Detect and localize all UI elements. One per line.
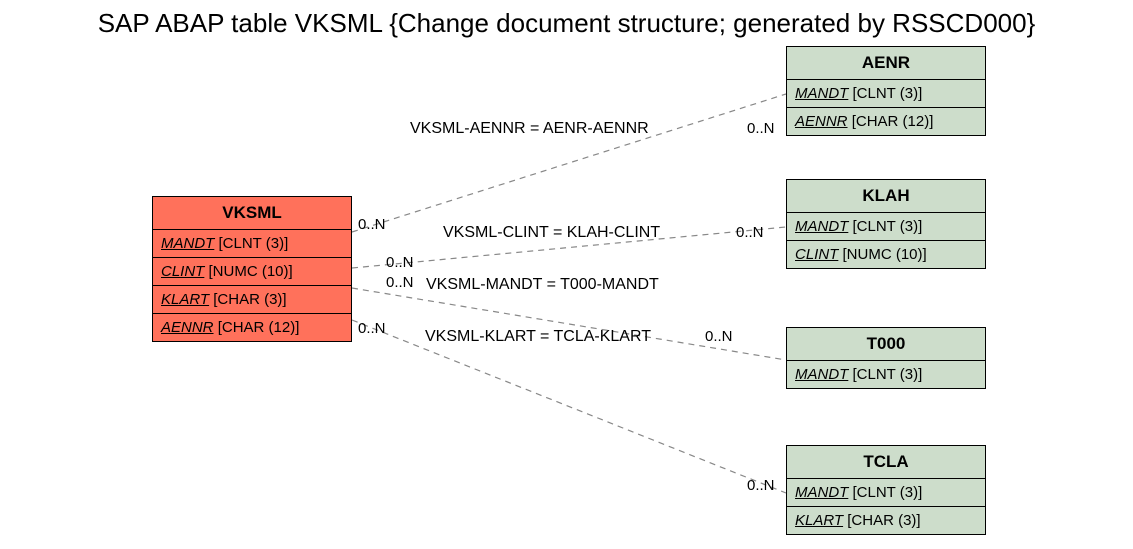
entity-field: MANDT [CLNT (3)]	[787, 361, 985, 388]
cardinality: 0..N	[747, 477, 775, 494]
cardinality: 0..N	[386, 254, 414, 271]
entity-t000: T000 MANDT [CLNT (3)]	[786, 327, 986, 389]
cardinality: 0..N	[747, 120, 775, 137]
relation-label: VKSML-KLART = TCLA-KLART	[425, 328, 651, 346]
entity-header: T000	[787, 328, 985, 361]
entity-aenr: AENR MANDT [CLNT (3)] AENNR [CHAR (12)]	[786, 46, 986, 136]
entity-field: KLART [CHAR (3)]	[787, 507, 985, 534]
entity-field: KLART [CHAR (3)]	[153, 286, 351, 314]
relation-label: VKSML-MANDT = T000-MANDT	[426, 276, 659, 294]
entity-field: AENNR [CHAR (12)]	[153, 314, 351, 341]
entity-header: KLAH	[787, 180, 985, 213]
entity-header: TCLA	[787, 446, 985, 479]
relation-label: VKSML-CLINT = KLAH-CLINT	[443, 224, 660, 242]
entity-field: AENNR [CHAR (12)]	[787, 108, 985, 135]
entity-field: CLINT [NUMC (10)]	[153, 258, 351, 286]
entity-field: MANDT [CLNT (3)]	[787, 80, 985, 108]
entity-klah: KLAH MANDT [CLNT (3)] CLINT [NUMC (10)]	[786, 179, 986, 269]
entity-field: MANDT [CLNT (3)]	[787, 213, 985, 241]
cardinality: 0..N	[705, 328, 733, 345]
entity-header: VKSML	[153, 197, 351, 230]
entity-field: CLINT [NUMC (10)]	[787, 241, 985, 268]
diagram-canvas: { "title": "SAP ABAP table VKSML {Change…	[0, 0, 1133, 549]
entity-vksml: VKSML MANDT [CLNT (3)] CLINT [NUMC (10)]…	[152, 196, 352, 342]
entity-header: AENR	[787, 47, 985, 80]
entity-field: MANDT [CLNT (3)]	[787, 479, 985, 507]
relation-label: VKSML-AENNR = AENR-AENNR	[410, 120, 649, 138]
cardinality: 0..N	[358, 216, 386, 233]
entity-field: MANDT [CLNT (3)]	[153, 230, 351, 258]
page-title: SAP ABAP table VKSML {Change document st…	[0, 8, 1133, 39]
entity-tcla: TCLA MANDT [CLNT (3)] KLART [CHAR (3)]	[786, 445, 986, 535]
cardinality: 0..N	[386, 274, 414, 291]
cardinality: 0..N	[736, 224, 764, 241]
cardinality: 0..N	[358, 320, 386, 337]
